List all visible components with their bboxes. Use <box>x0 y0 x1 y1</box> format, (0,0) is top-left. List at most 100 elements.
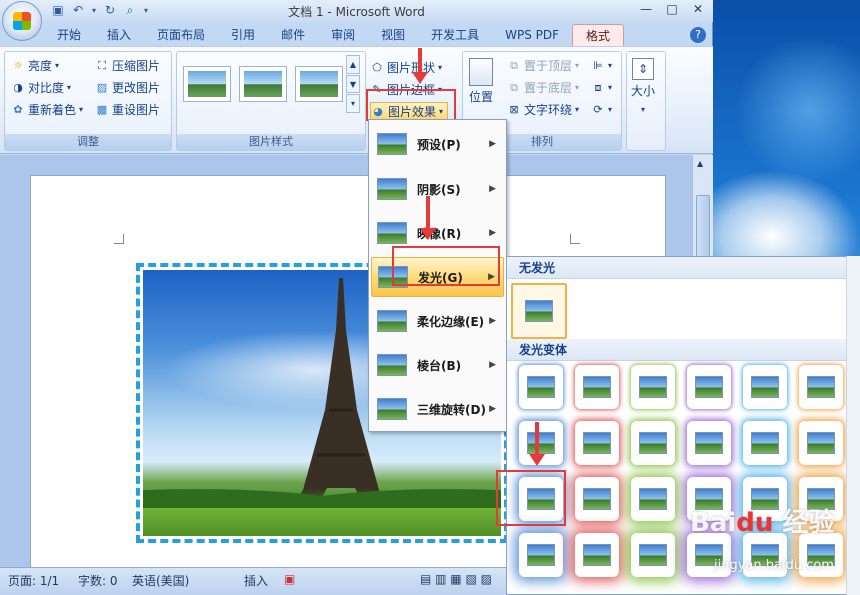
compress-pictures-button[interactable]: ⛶ 压缩图片 <box>95 56 160 76</box>
align-button[interactable]: ⊫ ▾ <box>591 56 612 76</box>
glow-variant-swatch[interactable] <box>687 365 731 409</box>
baidu-watermark-url: jingyan.baidu.com <box>714 558 834 573</box>
glow-variant-swatch[interactable] <box>687 421 731 465</box>
glow-variant-swatch[interactable] <box>519 533 563 577</box>
view-buttons-icon[interactable]: ▤ ▥ ▦ ▧ ▨ <box>420 572 492 586</box>
glow-variant-swatch[interactable] <box>631 365 675 409</box>
soft-edges-icon <box>377 310 407 332</box>
macro-record-icon[interactable]: ▣ <box>284 572 295 586</box>
glow-preview-icon <box>527 376 555 398</box>
glow-variant-swatch[interactable] <box>799 365 843 409</box>
tab-mailings[interactable]: 邮件 <box>268 24 318 46</box>
glow-variant-swatch[interactable] <box>575 365 619 409</box>
glow-preview-icon <box>695 432 723 454</box>
tab-review[interactable]: 审阅 <box>318 24 368 46</box>
align-icon: ⊫ <box>593 59 603 72</box>
close-icon[interactable]: ✕ <box>685 0 711 18</box>
glow-variant-swatch[interactable] <box>631 533 675 577</box>
contrast-button[interactable]: ◑ 对比度 ▾ <box>11 78 71 98</box>
gallery-up-icon[interactable]: ▲ <box>346 55 360 74</box>
tab-wps-pdf[interactable]: WPS PDF <box>492 24 572 46</box>
menu-item-3d-rotation[interactable]: 三维旋转(D) ▶ <box>371 389 504 429</box>
shadow-icon <box>377 178 407 200</box>
glow-gallery: 无发光 发光变体 <box>506 256 860 595</box>
glow-preview-icon <box>527 432 555 454</box>
tab-format[interactable]: 格式 <box>572 24 625 46</box>
size-icon: ⇕ <box>632 58 654 80</box>
style-thumb-1[interactable] <box>183 66 231 102</box>
style-thumb-3[interactable] <box>295 66 343 102</box>
help-icon[interactable]: ? <box>690 27 706 43</box>
send-to-back-button[interactable]: ⧉ 置于底层 ▾ <box>507 78 579 98</box>
glow-gallery-scrollbar[interactable] <box>846 256 860 595</box>
office-button[interactable] <box>2 1 42 41</box>
minimize-icon[interactable]: — <box>633 0 659 18</box>
text-wrapping-button[interactable]: ⊠ 文字环绕 ▾ <box>507 100 579 120</box>
change-picture-button[interactable]: ▨ 更改图片 <box>95 78 160 98</box>
glow-variant-swatch[interactable] <box>743 365 787 409</box>
scroll-up-icon[interactable]: ▲ <box>697 159 703 168</box>
status-words[interactable]: 字数: 0 <box>78 572 118 589</box>
glow-variant-swatch[interactable] <box>631 477 675 521</box>
highlight-effects-button <box>366 89 456 121</box>
gallery-more-icon[interactable]: ▾ <box>346 94 360 114</box>
tab-page-layout[interactable]: 页面布局 <box>144 24 218 46</box>
reset-picture-button[interactable]: ▩ 重设图片 <box>95 100 160 120</box>
menu-item-bevel[interactable]: 棱台(B) ▶ <box>371 345 504 385</box>
ribbon-tabs: 开始 插入 页面布局 引用 邮件 审阅 视图 开发工具 WPS PDF 格式 <box>44 24 625 46</box>
style-thumb-2[interactable] <box>239 66 287 102</box>
rotation-3d-icon <box>377 398 407 420</box>
brightness-button[interactable]: ☼ 亮度 ▾ <box>11 56 59 76</box>
glow-variants-header: 发光变体 <box>507 339 859 361</box>
window-title: 文档 1 - Microsoft Word <box>288 5 425 19</box>
gallery-down-icon[interactable]: ▼ <box>346 74 360 94</box>
status-insert-mode[interactable]: 插入 <box>244 572 268 589</box>
reset-picture-icon: ▩ <box>96 103 108 116</box>
ribbon: ☼ 亮度 ▾ ◑ 对比度 ▾ ✿ 重新着色 ▾ ⛶ 压缩图片 ▨ 更改图片 ▩ 重设图… <box>0 46 713 154</box>
red-arrow-2 <box>420 196 436 240</box>
position-button[interactable]: 位置 <box>469 58 493 108</box>
title-bar: ▣ ↶ ▾ ↻ ⌕ ▾ 文档 1 - Microsoft Word — □ ✕ <box>0 0 713 22</box>
glow-variant-swatch[interactable] <box>575 533 619 577</box>
glow-variant-swatch[interactable] <box>743 421 787 465</box>
tab-home[interactable]: 开始 <box>44 24 94 46</box>
glow-variant-swatch[interactable] <box>575 477 619 521</box>
glow-preview-icon <box>695 376 723 398</box>
no-glow-header: 无发光 <box>507 257 859 279</box>
menu-item-shadow[interactable]: 阴影(S) ▶ <box>371 169 504 209</box>
group-adjust: ☼ 亮度 ▾ ◑ 对比度 ▾ ✿ 重新着色 ▾ ⛶ 压缩图片 ▨ 更改图片 ▩ 重设图… <box>4 51 172 151</box>
glow-variant-swatch[interactable] <box>575 421 619 465</box>
tab-insert[interactable]: 插入 <box>94 24 144 46</box>
menu-item-preset[interactable]: 预设(P) ▶ <box>371 124 504 164</box>
send-back-icon: ⧉ <box>510 81 518 94</box>
bring-to-front-button[interactable]: ⧉ 置于顶层 ▾ <box>507 56 579 76</box>
menu-item-soft-edges[interactable]: 柔化边缘(E) ▶ <box>371 301 504 341</box>
shape-icon: ⬠ <box>372 61 382 74</box>
tab-developer[interactable]: 开发工具 <box>418 24 492 46</box>
highlight-glow-variant <box>496 470 566 526</box>
no-glow-option[interactable] <box>511 283 567 339</box>
rotate-button[interactable]: ⟳ ▾ <box>591 100 612 120</box>
recolor-button[interactable]: ✿ 重新着色 ▾ <box>11 100 83 120</box>
group-adjust-label: 调整 <box>5 134 171 150</box>
red-arrow-3 <box>529 422 545 466</box>
maximize-icon[interactable]: □ <box>659 0 685 18</box>
glow-variant-swatch[interactable] <box>519 365 563 409</box>
glow-variant-swatch[interactable] <box>631 421 675 465</box>
crop-mark-left <box>114 234 124 244</box>
office-logo-icon <box>13 12 31 30</box>
wrap-icon: ⊠ <box>509 103 519 116</box>
tab-references[interactable]: 引用 <box>218 24 268 46</box>
group-size: ⇕ 大小 ▾ <box>626 51 666 151</box>
status-language[interactable]: 英语(美国) <box>132 572 189 589</box>
status-page[interactable]: 页面: 1/1 <box>8 572 59 589</box>
size-button[interactable]: ⇕ 大小 ▾ <box>631 58 655 118</box>
group-objects-button[interactable]: ⧈ ▾ <box>591 78 613 98</box>
group-picture-styles: 图片样式 <box>176 51 366 151</box>
change-picture-icon: ▨ <box>96 81 108 94</box>
bring-front-icon: ⧉ <box>510 59 518 72</box>
glow-variant-swatch[interactable] <box>799 421 843 465</box>
picture-shape-button[interactable]: ⬠ 图片形状 ▾ <box>370 58 442 78</box>
tab-view[interactable]: 视图 <box>368 24 418 46</box>
compress-icon: ⛶ <box>98 59 106 72</box>
